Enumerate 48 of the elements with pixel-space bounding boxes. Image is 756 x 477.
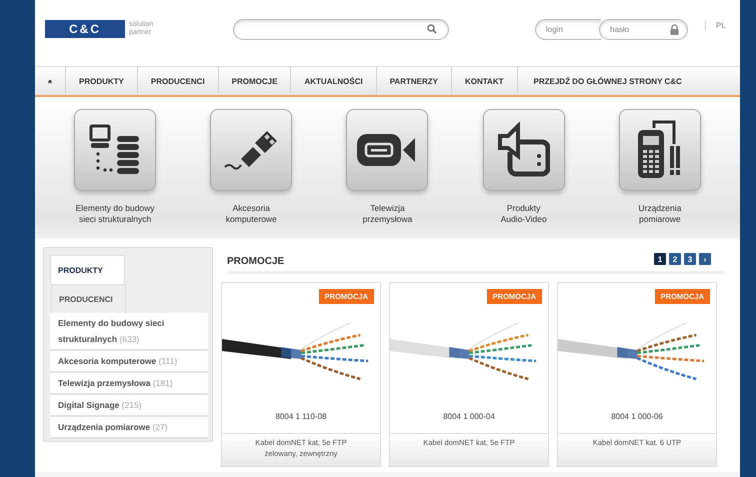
category-link[interactable]: Urządzenia pomiarowe (27)	[50, 417, 208, 439]
logo[interactable]: C&C	[45, 20, 125, 38]
nav-link[interactable]: AKTUALNOŚCI	[291, 67, 377, 95]
page-button[interactable]: 1	[654, 253, 666, 265]
sidebar-tab[interactable]: PRODUKTY	[50, 255, 125, 284]
category-label[interactable]: Produkty Audio-Video	[500, 203, 547, 225]
network-icon	[89, 124, 142, 176]
language-link[interactable]: PL	[705, 20, 726, 30]
item-count: (215)	[122, 400, 142, 410]
category-tile[interactable]	[210, 109, 292, 191]
product-code: 8004 1 110-08	[275, 412, 326, 421]
item-count: (27)	[152, 422, 168, 432]
section-title: PROMOCJE	[227, 254, 284, 266]
page-button[interactable]: 2	[669, 253, 681, 265]
page-button[interactable]: 3	[684, 253, 696, 265]
video-camera-icon	[357, 132, 418, 168]
category-tile[interactable]	[482, 109, 565, 191]
item-count: (633)	[119, 334, 140, 344]
category-label[interactable]: Akcesoria komputerowe	[226, 203, 277, 225]
speaker-tv-icon	[498, 122, 550, 178]
category-tile[interactable]	[74, 109, 156, 191]
category-link[interactable]: Akcesoria komputerowe (111)	[50, 351, 208, 373]
category-link[interactable]: Telewizja przemysłowa (181)	[50, 373, 208, 395]
category-tile[interactable]	[618, 109, 701, 191]
category-label[interactable]: Urządzenia pomiarowe	[638, 203, 682, 225]
product-code: 8004 1 000-04	[443, 412, 495, 421]
category-tile[interactable]	[346, 109, 428, 191]
nav-link[interactable]: PARTNERZY	[376, 67, 452, 95]
meter-icon	[638, 120, 682, 180]
nav-link[interactable]: PRODUCENCI	[138, 67, 219, 95]
nav-link[interactable]: PRZEJDŹ DO GŁÓWNEJ STRONY C&C	[518, 67, 698, 95]
lock-icon	[670, 24, 679, 34]
nav-link[interactable]: KONTAKT	[452, 67, 518, 95]
next-page-button[interactable]: ›	[699, 253, 711, 265]
category-label[interactable]: Telewizja przemysłowa	[362, 203, 412, 225]
login-field[interactable]: login	[535, 18, 601, 40]
category-link[interactable]: Digital Signage (215)	[50, 395, 208, 417]
search-icon	[427, 24, 437, 34]
product-code: 8004 1 000-06	[611, 412, 663, 421]
nav-link[interactable]: PROMOCJE	[218, 67, 292, 95]
nav-link[interactable]: PRODUKTY	[66, 67, 138, 95]
item-count: (111)	[158, 356, 178, 366]
password-field[interactable]: hasło	[599, 18, 688, 40]
category-label[interactable]: Elementy do budowy sieci strukturalnych	[76, 203, 155, 225]
sidebar-tab[interactable]: PRODUCENCI	[51, 284, 126, 313]
item-count: (181)	[152, 378, 173, 388]
category-link[interactable]: Elementy do budowy sieci strukturalnych (633)	[50, 313, 208, 351]
search-field[interactable]	[233, 18, 449, 40]
